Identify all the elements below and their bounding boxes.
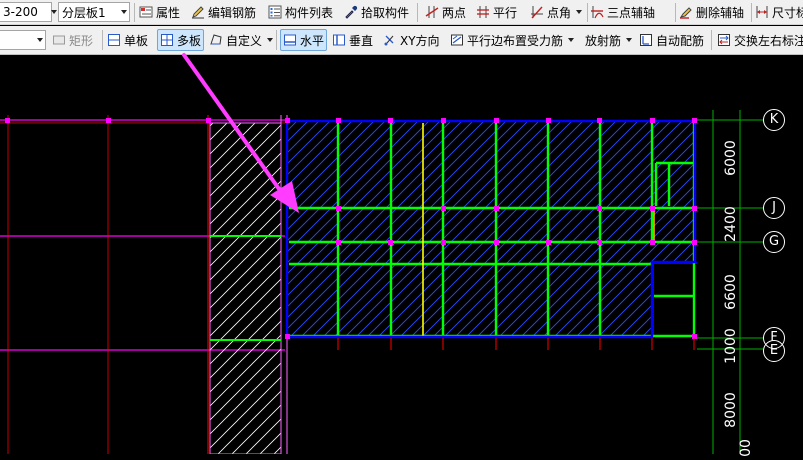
toolbar-separator bbox=[417, 3, 418, 22]
xy-direction-label: XY方向 bbox=[400, 33, 440, 48]
rectangle-icon bbox=[53, 35, 65, 45]
component-list-button[interactable]: 构件列表 bbox=[268, 0, 333, 24]
parallel-axis-icon bbox=[477, 6, 489, 18]
swap-labels-button[interactable]: 交换左右标注 bbox=[717, 26, 803, 54]
dimension-button[interactable]: 尺寸标 bbox=[755, 0, 803, 24]
parallel-axis-button[interactable]: 平行 bbox=[476, 0, 517, 24]
dimension-2400: 2400 bbox=[723, 206, 739, 242]
spec-dropdown-value: 3-200 bbox=[3, 5, 38, 19]
chevron-down-icon bbox=[37, 38, 43, 42]
point-angle-axis-icon bbox=[531, 6, 543, 19]
dimension-8000: 8000 bbox=[723, 392, 739, 428]
toolbar-separator bbox=[587, 3, 588, 22]
pencil-icon bbox=[192, 6, 204, 19]
eyedropper-icon bbox=[345, 5, 358, 19]
component-list-label: 构件列表 bbox=[285, 5, 334, 20]
auto-rebar-icon bbox=[640, 34, 652, 46]
main-toolbar: 3-200 分层板1 属性 编辑钢筋 构件列表 拾取构件 两点 平行 点角 三点… bbox=[0, 0, 803, 25]
dimension-6000: 6000 bbox=[723, 140, 739, 176]
dimension-label: 尺寸标 bbox=[772, 5, 803, 20]
toolbar-separator bbox=[134, 3, 135, 22]
horizontal-button[interactable]: 水平 bbox=[280, 29, 328, 51]
single-slab-icon bbox=[108, 34, 120, 46]
dimension-1000: 1000 bbox=[723, 328, 739, 364]
draw-mode-dropdown[interactable] bbox=[0, 30, 46, 50]
parallel-edge-label: 平行边布置受力筋 bbox=[467, 33, 564, 48]
toolbar-separator bbox=[276, 30, 277, 50]
swap-labels-icon bbox=[718, 34, 730, 46]
axis-bubble-k[interactable]: K bbox=[763, 109, 785, 131]
single-slab-label: 单板 bbox=[124, 33, 149, 48]
chevron-down-icon bbox=[121, 10, 127, 14]
single-slab-button[interactable]: 单板 bbox=[107, 26, 148, 54]
three-point-axis-button[interactable]: 三点辅轴 bbox=[590, 0, 655, 24]
spec-dropdown[interactable]: 3-200 bbox=[0, 2, 57, 22]
vertical-button[interactable]: 垂直 bbox=[332, 26, 373, 54]
two-points-label: 两点 bbox=[442, 5, 467, 20]
chevron-down-icon[interactable] bbox=[574, 7, 583, 17]
chevron-down-icon[interactable] bbox=[265, 35, 274, 45]
edit-rebar-label: 编辑钢筋 bbox=[208, 5, 257, 20]
pick-component-button[interactable]: 拾取构件 bbox=[344, 0, 409, 24]
parallel-label: 平行 bbox=[493, 5, 518, 20]
toolbar-separator bbox=[102, 30, 103, 50]
properties-icon bbox=[139, 6, 153, 18]
xy-direction-button[interactable]: XY方向 bbox=[383, 26, 440, 54]
vertical-rebar-icon bbox=[333, 34, 345, 46]
left-hatched-slab[interactable] bbox=[209, 122, 282, 454]
list-icon bbox=[268, 5, 282, 19]
chevron-down-icon[interactable] bbox=[566, 35, 575, 45]
delete-axis-icon bbox=[679, 7, 692, 19]
point-angle-axis-button[interactable]: 点角 bbox=[530, 0, 583, 24]
properties-button[interactable]: 属性 bbox=[139, 0, 180, 24]
custom-button[interactable]: 自定义 bbox=[209, 26, 274, 54]
rectangle-label: 矩形 bbox=[69, 33, 94, 48]
multi-slab-button[interactable]: 多板 bbox=[157, 29, 205, 51]
axis-bubble-e[interactable]: E bbox=[763, 340, 785, 362]
auto-rebar-label: 自动配筋 bbox=[656, 33, 705, 48]
pick-component-label: 拾取构件 bbox=[361, 5, 410, 20]
horizontal-rebar-icon bbox=[284, 34, 296, 46]
delete-axis-button[interactable]: 删除辅轴 bbox=[679, 0, 744, 24]
dimension-partial: 00 bbox=[738, 439, 754, 457]
draw-toolbar: 矩形 单板 多板 自定义 水平 垂直 XY方向 平行边布置受力筋 放射筋 自动配… bbox=[0, 26, 803, 55]
two-point-axis-icon bbox=[425, 6, 439, 18]
dimension-icon bbox=[756, 6, 768, 18]
axis-bubble-j[interactable]: J bbox=[763, 197, 785, 219]
axis-bubble-g[interactable]: G bbox=[763, 231, 785, 253]
parallel-edge-button[interactable]: 平行边布置受力筋 bbox=[450, 26, 575, 54]
two-points-axis-button[interactable]: 两点 bbox=[425, 0, 466, 24]
auto-rebar-button[interactable]: 自动配筋 bbox=[639, 26, 704, 54]
layer-dropdown[interactable]: 分层板1 bbox=[58, 2, 130, 22]
right-slab-region[interactable] bbox=[287, 121, 697, 339]
vertical-label: 垂直 bbox=[349, 33, 374, 48]
swap-labels-label: 交换左右标注 bbox=[734, 33, 803, 48]
point-angle-label: 点角 bbox=[547, 5, 572, 20]
radial-rebar-label: 放射筋 bbox=[585, 33, 622, 48]
multi-slab-label: 多板 bbox=[177, 33, 202, 48]
toolbar-separator bbox=[711, 30, 712, 50]
layer-dropdown-value: 分层板1 bbox=[62, 5, 106, 20]
parallel-edge-rebar-icon bbox=[451, 34, 463, 46]
delete-axis-label: 删除辅轴 bbox=[696, 5, 745, 20]
toolbar-separator bbox=[675, 3, 676, 22]
xy-direction-icon bbox=[384, 35, 394, 46]
three-point-axis-icon bbox=[591, 6, 604, 19]
chevron-down-icon[interactable] bbox=[624, 35, 633, 45]
dimension-6600: 6600 bbox=[723, 274, 739, 310]
chevron-down-icon bbox=[51, 10, 57, 14]
cad-drawing-canvas[interactable] bbox=[0, 56, 803, 454]
custom-label: 自定义 bbox=[226, 33, 263, 48]
toolbar-separator bbox=[751, 3, 752, 22]
horizontal-label: 水平 bbox=[300, 33, 325, 48]
three-point-axis-label: 三点辅轴 bbox=[607, 5, 656, 20]
custom-shape-icon bbox=[210, 34, 222, 45]
edit-rebar-button[interactable]: 编辑钢筋 bbox=[191, 0, 256, 24]
properties-label: 属性 bbox=[156, 5, 181, 20]
rectangle-button[interactable]: 矩形 bbox=[52, 26, 93, 54]
multi-slab-icon bbox=[161, 34, 173, 46]
radial-rebar-button[interactable]: 放射筋 bbox=[585, 26, 633, 54]
